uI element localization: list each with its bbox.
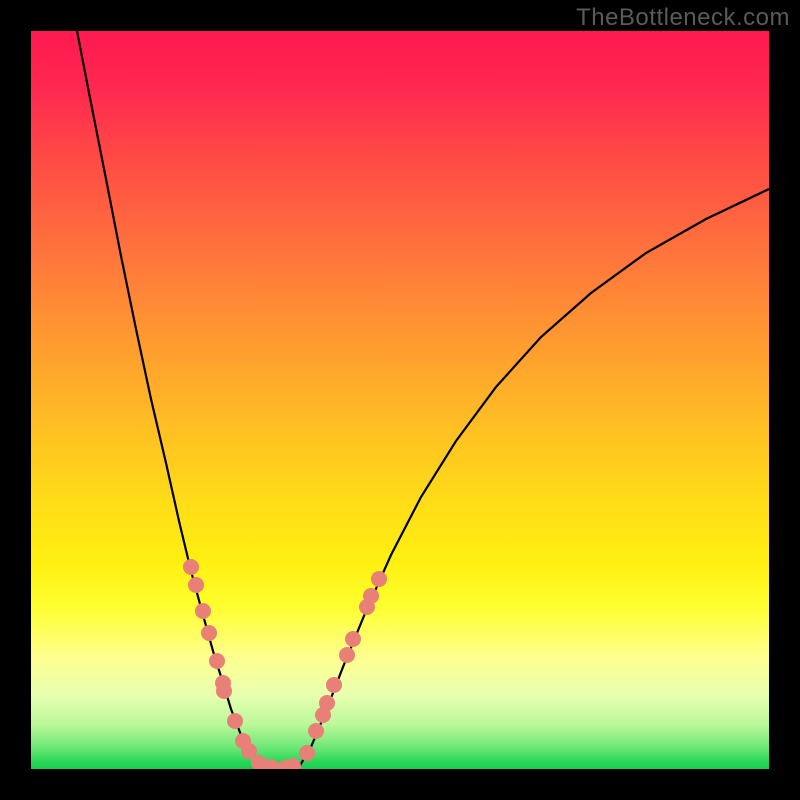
data-point-dot <box>308 723 324 739</box>
data-point-dot <box>285 758 301 769</box>
data-point-dot <box>183 559 199 575</box>
scatter-layer <box>31 31 769 769</box>
data-point-dot <box>339 647 355 663</box>
data-point-dot <box>227 713 243 729</box>
data-point-dot <box>319 695 335 711</box>
plot-area <box>31 31 769 769</box>
data-point-dot <box>371 571 387 587</box>
data-point-dot <box>201 625 217 641</box>
data-point-dot <box>299 745 315 761</box>
data-point-dot <box>363 588 379 604</box>
watermark-text: TheBottleneck.com <box>576 4 790 32</box>
data-point-dot <box>209 653 225 669</box>
data-point-dot <box>345 631 361 647</box>
data-point-dot <box>326 677 342 693</box>
data-point-dot <box>195 603 211 619</box>
chart-frame: TheBottleneck.com <box>0 0 800 800</box>
data-point-dot <box>188 577 204 593</box>
data-point-dot <box>216 683 232 699</box>
